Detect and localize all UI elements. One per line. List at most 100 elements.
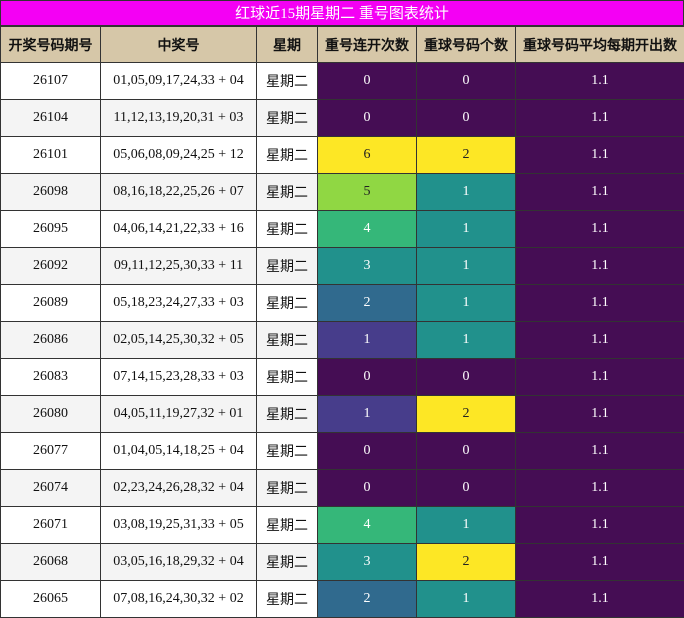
count-cell: 1 bbox=[417, 174, 516, 211]
weekday-cell: 星期二 bbox=[257, 285, 318, 322]
weekday-cell: 星期二 bbox=[257, 248, 318, 285]
issue-cell: 26077 bbox=[1, 433, 101, 470]
streak-cell: 4 bbox=[318, 507, 417, 544]
issue-cell: 26098 bbox=[1, 174, 101, 211]
count-cell: 2 bbox=[417, 544, 516, 581]
numbers-cell: 08,16,18,22,25,26 + 07 bbox=[101, 174, 257, 211]
streak-cell: 0 bbox=[318, 470, 417, 507]
stats-panel: 红球近15期星期二 重号图表统计 开奖号码期号 中奖号 星期 重号连开次数 重球… bbox=[0, 0, 684, 617]
avg-cell: 1.1 bbox=[516, 248, 684, 285]
table-row: 2607701,04,05,14,18,25 + 04星期二001.1 bbox=[1, 433, 684, 470]
count-cell: 1 bbox=[417, 211, 516, 248]
streak-cell: 0 bbox=[318, 359, 417, 396]
numbers-cell: 07,14,15,23,28,33 + 03 bbox=[101, 359, 257, 396]
table-row: 2606803,05,16,18,29,32 + 04星期二321.1 bbox=[1, 544, 684, 581]
avg-cell: 1.1 bbox=[516, 581, 684, 618]
issue-cell: 26095 bbox=[1, 211, 101, 248]
table-row: 2608004,05,11,19,27,32 + 01星期二121.1 bbox=[1, 396, 684, 433]
streak-cell: 3 bbox=[318, 544, 417, 581]
streak-cell: 5 bbox=[318, 174, 417, 211]
weekday-cell: 星期二 bbox=[257, 137, 318, 174]
header-count: 重球号码个数 bbox=[417, 27, 516, 63]
table-row: 2607103,08,19,25,31,33 + 05星期二411.1 bbox=[1, 507, 684, 544]
streak-cell: 2 bbox=[318, 285, 417, 322]
issue-cell: 26071 bbox=[1, 507, 101, 544]
issue-cell: 26104 bbox=[1, 100, 101, 137]
repeat-number-table: 开奖号码期号 中奖号 星期 重号连开次数 重球号码个数 重球号码平均每期开出数 … bbox=[0, 26, 684, 618]
issue-cell: 26086 bbox=[1, 322, 101, 359]
count-cell: 1 bbox=[417, 581, 516, 618]
issue-cell: 26068 bbox=[1, 544, 101, 581]
streak-cell: 6 bbox=[318, 137, 417, 174]
count-cell: 2 bbox=[417, 137, 516, 174]
weekday-cell: 星期二 bbox=[257, 63, 318, 100]
streak-cell: 1 bbox=[318, 396, 417, 433]
count-cell: 1 bbox=[417, 285, 516, 322]
table-body: 2610701,05,09,17,24,33 + 04星期二001.126104… bbox=[1, 63, 684, 618]
avg-cell: 1.1 bbox=[516, 359, 684, 396]
count-cell: 0 bbox=[417, 100, 516, 137]
count-cell: 0 bbox=[417, 433, 516, 470]
avg-cell: 1.1 bbox=[516, 174, 684, 211]
header-numbers: 中奖号 bbox=[101, 27, 257, 63]
table-row: 2610411,12,13,19,20,31 + 03星期二001.1 bbox=[1, 100, 684, 137]
avg-cell: 1.1 bbox=[516, 322, 684, 359]
count-cell: 0 bbox=[417, 359, 516, 396]
table-row: 2608602,05,14,25,30,32 + 05星期二111.1 bbox=[1, 322, 684, 359]
weekday-cell: 星期二 bbox=[257, 211, 318, 248]
issue-cell: 26092 bbox=[1, 248, 101, 285]
numbers-cell: 04,05,11,19,27,32 + 01 bbox=[101, 396, 257, 433]
avg-cell: 1.1 bbox=[516, 396, 684, 433]
count-cell: 1 bbox=[417, 507, 516, 544]
weekday-cell: 星期二 bbox=[257, 507, 318, 544]
count-cell: 0 bbox=[417, 63, 516, 100]
numbers-cell: 05,18,23,24,27,33 + 03 bbox=[101, 285, 257, 322]
numbers-cell: 09,11,12,25,30,33 + 11 bbox=[101, 248, 257, 285]
count-cell: 1 bbox=[417, 322, 516, 359]
numbers-cell: 03,05,16,18,29,32 + 04 bbox=[101, 544, 257, 581]
header-avg: 重球号码平均每期开出数 bbox=[516, 27, 684, 63]
count-cell: 2 bbox=[417, 396, 516, 433]
header-streak: 重号连开次数 bbox=[318, 27, 417, 63]
numbers-cell: 05,06,08,09,24,25 + 12 bbox=[101, 137, 257, 174]
issue-cell: 26101 bbox=[1, 137, 101, 174]
weekday-cell: 星期二 bbox=[257, 322, 318, 359]
issue-cell: 26065 bbox=[1, 581, 101, 618]
avg-cell: 1.1 bbox=[516, 137, 684, 174]
numbers-cell: 03,08,19,25,31,33 + 05 bbox=[101, 507, 257, 544]
table-row: 2609808,16,18,22,25,26 + 07星期二511.1 bbox=[1, 174, 684, 211]
header-row: 开奖号码期号 中奖号 星期 重号连开次数 重球号码个数 重球号码平均每期开出数 bbox=[1, 27, 684, 63]
header-issue: 开奖号码期号 bbox=[1, 27, 101, 63]
avg-cell: 1.1 bbox=[516, 100, 684, 137]
weekday-cell: 星期二 bbox=[257, 174, 318, 211]
numbers-cell: 02,23,24,26,28,32 + 04 bbox=[101, 470, 257, 507]
avg-cell: 1.1 bbox=[516, 507, 684, 544]
table-row: 2610105,06,08,09,24,25 + 12星期二621.1 bbox=[1, 137, 684, 174]
weekday-cell: 星期二 bbox=[257, 396, 318, 433]
weekday-cell: 星期二 bbox=[257, 359, 318, 396]
table-row: 2608905,18,23,24,27,33 + 03星期二211.1 bbox=[1, 285, 684, 322]
issue-cell: 26107 bbox=[1, 63, 101, 100]
issue-cell: 26089 bbox=[1, 285, 101, 322]
weekday-cell: 星期二 bbox=[257, 100, 318, 137]
numbers-cell: 01,04,05,14,18,25 + 04 bbox=[101, 433, 257, 470]
table-row: 2609504,06,14,21,22,33 + 16星期二411.1 bbox=[1, 211, 684, 248]
weekday-cell: 星期二 bbox=[257, 470, 318, 507]
numbers-cell: 02,05,14,25,30,32 + 05 bbox=[101, 322, 257, 359]
streak-cell: 1 bbox=[318, 322, 417, 359]
numbers-cell: 11,12,13,19,20,31 + 03 bbox=[101, 100, 257, 137]
table-row: 2607402,23,24,26,28,32 + 04星期二001.1 bbox=[1, 470, 684, 507]
avg-cell: 1.1 bbox=[516, 63, 684, 100]
weekday-cell: 星期二 bbox=[257, 581, 318, 618]
numbers-cell: 04,06,14,21,22,33 + 16 bbox=[101, 211, 257, 248]
numbers-cell: 07,08,16,24,30,32 + 02 bbox=[101, 581, 257, 618]
streak-cell: 0 bbox=[318, 433, 417, 470]
avg-cell: 1.1 bbox=[516, 470, 684, 507]
header-weekday: 星期 bbox=[257, 27, 318, 63]
avg-cell: 1.1 bbox=[516, 544, 684, 581]
count-cell: 1 bbox=[417, 248, 516, 285]
issue-cell: 26083 bbox=[1, 359, 101, 396]
table-row: 2606507,08,16,24,30,32 + 02星期二211.1 bbox=[1, 581, 684, 618]
streak-cell: 2 bbox=[318, 581, 417, 618]
table-title: 红球近15期星期二 重号图表统计 bbox=[0, 0, 684, 26]
